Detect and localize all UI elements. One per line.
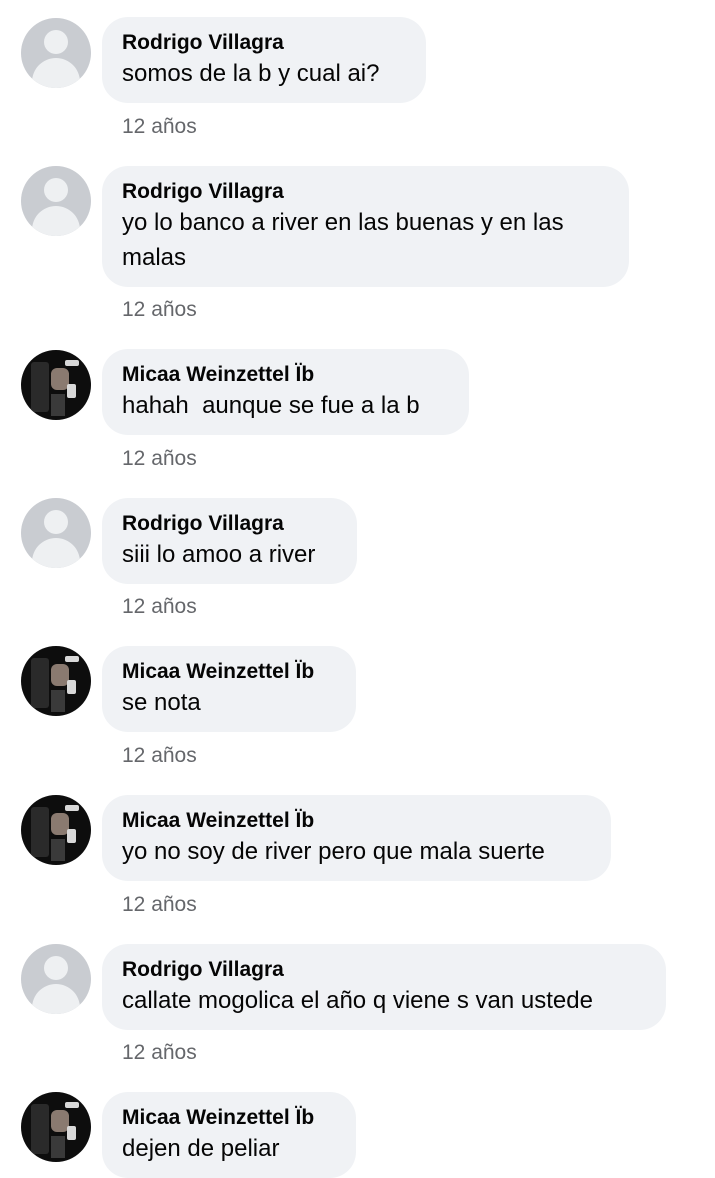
comment-timestamp[interactable]: 12 años bbox=[122, 298, 197, 322]
comment-author[interactable]: Micaa Weinzettel Ïb bbox=[122, 362, 447, 388]
profile-photo-icon[interactable] bbox=[21, 795, 91, 865]
comment-text: somos de la b y cual ai? bbox=[122, 60, 380, 87]
comment-bubble[interactable]: Rodrigo Villagra siii lo amoo a river bbox=[102, 498, 357, 584]
comment-text: callate mogolica el año q viene s van us… bbox=[122, 987, 593, 1014]
comment-timestamp[interactable]: 12 años bbox=[122, 447, 197, 471]
comment-text: hahah aunque se fue a la b bbox=[122, 392, 420, 419]
comment-text: yo no soy de river pero que mala suerte bbox=[122, 838, 545, 865]
comment-timestamp[interactable]: 12 años bbox=[122, 893, 197, 917]
comment-timestamp[interactable]: 12 años bbox=[122, 744, 197, 768]
comment-bubble[interactable]: Micaa Weinzettel Ïb yo no soy de river p… bbox=[102, 795, 611, 881]
comment-bubble[interactable]: Micaa Weinzettel Ïb dejen de peliar bbox=[102, 1092, 356, 1178]
comment-bubble[interactable]: Rodrigo Villagra yo lo banco a river en … bbox=[102, 166, 629, 287]
default-avatar-icon[interactable] bbox=[21, 166, 91, 236]
comment-bubble[interactable]: Rodrigo Villagra callate mogolica el año… bbox=[102, 944, 666, 1030]
comment-text: se nota bbox=[122, 689, 201, 716]
comment-author[interactable]: Rodrigo Villagra bbox=[122, 30, 404, 56]
comment-text: yo lo banco a river en las buenas y en l… bbox=[122, 209, 571, 271]
comment-author[interactable]: Rodrigo Villagra bbox=[122, 179, 607, 205]
comment-author[interactable]: Micaa Weinzettel Ïb bbox=[122, 659, 334, 685]
comment-bubble[interactable]: Rodrigo Villagra somos de la b y cual ai… bbox=[102, 17, 426, 103]
default-avatar-icon[interactable] bbox=[21, 18, 91, 88]
comment-timestamp[interactable]: 12 años bbox=[122, 115, 197, 139]
default-avatar-icon[interactable] bbox=[21, 944, 91, 1014]
default-avatar-icon[interactable] bbox=[21, 498, 91, 568]
profile-photo-icon[interactable] bbox=[21, 350, 91, 420]
comment-author[interactable]: Rodrigo Villagra bbox=[122, 511, 335, 537]
comment-timestamp[interactable]: 12 años bbox=[122, 595, 197, 619]
profile-photo-icon[interactable] bbox=[21, 646, 91, 716]
comment-text: dejen de peliar bbox=[122, 1135, 280, 1162]
comment-timestamp[interactable]: 12 años bbox=[122, 1041, 197, 1065]
comment-author[interactable]: Micaa Weinzettel Ïb bbox=[122, 1105, 334, 1131]
comment-author[interactable]: Rodrigo Villagra bbox=[122, 957, 644, 983]
profile-photo-icon[interactable] bbox=[21, 1092, 91, 1162]
comment-bubble[interactable]: Micaa Weinzettel Ïb se nota bbox=[102, 646, 356, 732]
comment-bubble[interactable]: Micaa Weinzettel Ïb hahah aunque se fue … bbox=[102, 349, 469, 435]
comment-text: siii lo amoo a river bbox=[122, 541, 316, 568]
comment-author[interactable]: Micaa Weinzettel Ïb bbox=[122, 808, 589, 834]
